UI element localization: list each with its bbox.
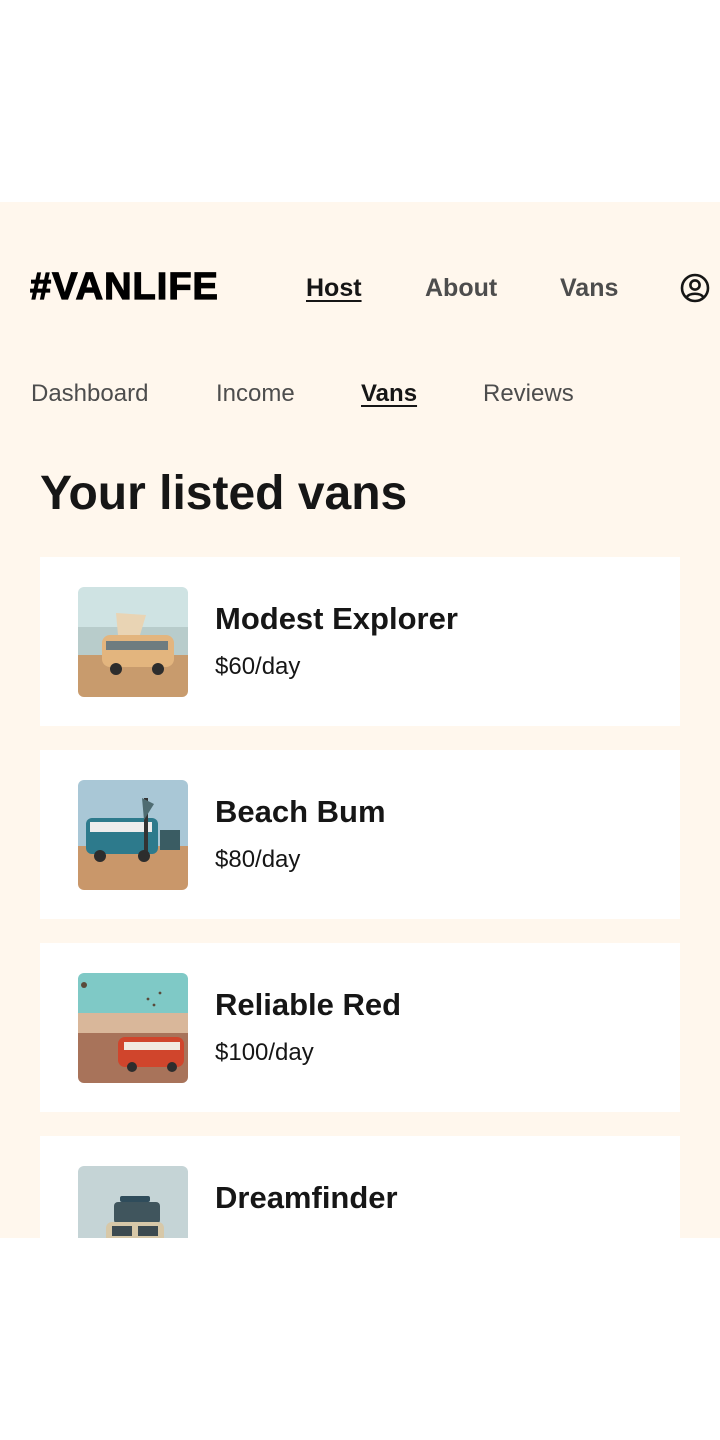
nav-link-host[interactable]: Host xyxy=(306,274,362,303)
van-price: $60/day xyxy=(215,653,301,680)
van-card[interactable]: Modest Explorer $60/day xyxy=(40,557,680,726)
nav-link-vans[interactable]: Vans xyxy=(560,274,618,303)
user-circle-icon[interactable] xyxy=(680,273,710,303)
van-card[interactable]: Beach Bum $80/day xyxy=(40,750,680,919)
van-name: Reliable Red xyxy=(215,987,402,1022)
host-tab-dashboard[interactable]: Dashboard xyxy=(31,380,148,408)
van-card[interactable]: Dreamfinder xyxy=(40,1136,680,1238)
host-tab-vans[interactable]: Vans xyxy=(361,380,417,408)
van-photo-icon xyxy=(78,780,188,890)
van-name: Beach Bum xyxy=(215,794,386,829)
van-name: Modest Explorer xyxy=(215,601,458,636)
host-sub-nav: Dashboard Income Vans Reviews xyxy=(0,380,720,414)
host-tab-income[interactable]: Income xyxy=(216,380,295,408)
van-card[interactable]: Reliable Red $100/day xyxy=(40,943,680,1112)
van-list: Modest Explorer $60/day Beach Bum $80/da xyxy=(40,557,680,1238)
app-frame: #VANLIFE Host About Vans Dashboard Incom… xyxy=(0,202,720,1238)
van-price: $100/day xyxy=(215,1039,314,1066)
site-logo[interactable]: #VANLIFE xyxy=(29,265,219,309)
page-title: Your listed vans xyxy=(40,467,408,520)
van-price: $80/day xyxy=(215,846,301,873)
van-name: Dreamfinder xyxy=(215,1180,398,1215)
site-header: #VANLIFE Host About Vans xyxy=(0,264,720,314)
van-photo-icon xyxy=(78,1166,188,1238)
host-tab-reviews[interactable]: Reviews xyxy=(483,380,574,408)
van-photo-icon xyxy=(78,587,188,697)
nav-link-about[interactable]: About xyxy=(425,274,497,303)
van-photo-icon xyxy=(78,973,188,1083)
